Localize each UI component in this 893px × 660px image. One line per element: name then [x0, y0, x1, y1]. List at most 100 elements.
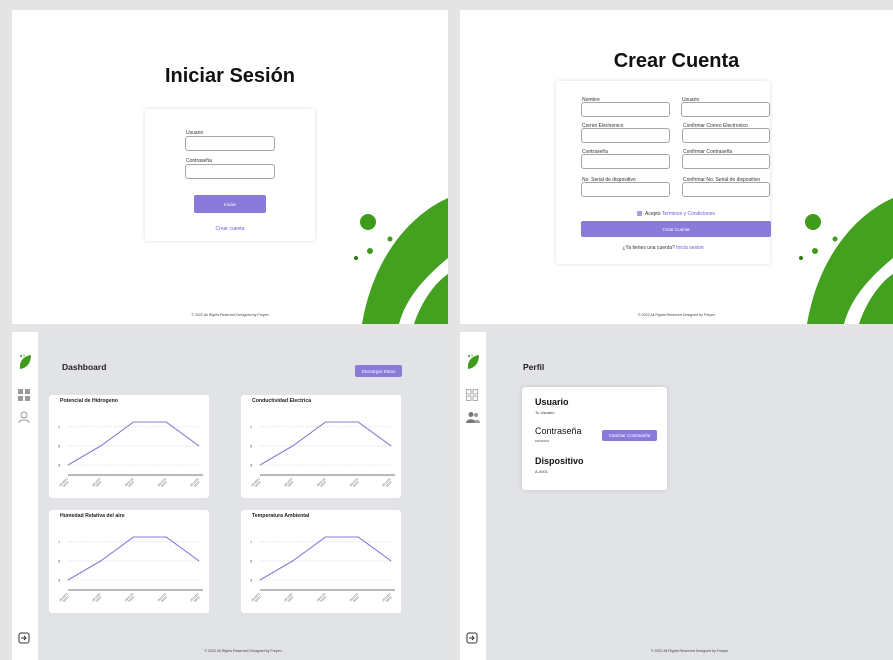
contrasena-input[interactable]	[581, 154, 670, 169]
data-point	[292, 445, 294, 447]
data-point	[100, 445, 102, 447]
data-point	[357, 421, 359, 423]
profile-footer: © 2022 All Rights Reserved Designed by F…	[650, 649, 729, 653]
confirmar-correo-input[interactable]	[682, 128, 770, 143]
data-point	[165, 536, 167, 538]
data-point	[259, 464, 261, 466]
x-tick-label: 05/12/2200/00	[156, 477, 168, 489]
data-point	[325, 536, 326, 538]
profile-title: Perfil	[523, 362, 545, 372]
data-point	[198, 445, 200, 447]
y-tick-label: 5	[250, 558, 253, 563]
y-tick-label: 7	[58, 539, 61, 544]
user-icon[interactable]	[18, 411, 30, 423]
user-heading: Usuario	[535, 397, 569, 407]
data-point	[133, 536, 134, 538]
dashboard-grid-icon[interactable]	[466, 389, 478, 401]
create-account-button[interactable]: Crear Cuenta	[581, 221, 771, 237]
data-point	[390, 560, 392, 562]
x-tick-label: 05/12/2200/00	[156, 592, 168, 604]
logout-icon[interactable]	[18, 632, 30, 644]
login-user-input[interactable]	[185, 136, 275, 151]
y-tick-label: 3	[250, 578, 253, 583]
correo-input[interactable]	[581, 128, 670, 143]
line-chart: 7 5 3 05/09/2200/00 05/10/2200/00 05/11/2200/…	[58, 536, 203, 604]
chart-card: Humedad Relativa del aire 7 5 3 05/09/22 00/…	[49, 510, 209, 613]
signup-screen: Crear Cuenta Nombre Usuario Correo Elect…	[460, 10, 893, 324]
change-password-button[interactable]: Cambiar Contraseña	[602, 430, 657, 441]
leaf-decoration	[354, 198, 448, 324]
confirmar-serial-input[interactable]	[682, 182, 770, 197]
x-tick-label: 05/10/2200/00	[91, 592, 103, 604]
leaf-logo-icon	[467, 354, 479, 369]
profile-card: Usuario Tu Usuario Contraseña ••••••••••…	[522, 387, 667, 490]
terms-link[interactable]: Terminos y Condiciones	[662, 211, 715, 217]
login-screen: Iniciar Sesión Usuario Contraseña Inicia…	[12, 10, 448, 324]
chart-title: Potencial de Hidrogeno	[60, 398, 118, 404]
data-point	[357, 536, 359, 538]
x-tick-label: 05/13/2200/00	[189, 592, 201, 604]
x-tick-label: 05/11/2200/00	[124, 592, 136, 603]
usuario-input[interactable]	[681, 102, 770, 117]
pass-value: ••••••••••	[535, 438, 550, 443]
y-tick-label: 7	[250, 539, 253, 544]
data-point	[133, 421, 134, 423]
leaf-decoration	[799, 198, 893, 324]
login-link[interactable]: Inicia sesion	[676, 245, 704, 251]
x-tick-label: 05/10/2200/00	[283, 477, 295, 489]
x-tick-label: 05/11/2200/00	[316, 477, 328, 488]
dashboard-grid-icon[interactable]	[18, 389, 30, 401]
y-tick-label: 3	[58, 578, 61, 583]
download-data-button[interactable]: Descargar Datos	[355, 365, 402, 377]
x-tick-label: 05/10/2200/00	[91, 477, 103, 489]
y-tick-label: 7	[250, 424, 253, 429]
y-tick-label: 3	[58, 463, 61, 468]
dashboard-title: Dashboard	[62, 362, 107, 372]
data-point	[67, 579, 69, 581]
x-tick-label: 05/13/2200/00	[381, 477, 393, 489]
series-line	[259, 536, 392, 581]
data-point	[198, 560, 200, 562]
data-point	[325, 421, 326, 423]
x-tick-label: 05/13/2200/00	[381, 592, 393, 604]
confirmar-contrasena-input[interactable]	[682, 154, 770, 169]
dashboard-footer: © 2022 All Rights Reserved Designed by F…	[204, 649, 282, 653]
sidebar	[460, 332, 486, 660]
device-heading: Dispositivo	[535, 456, 584, 466]
chart-title: Conductividad Electrica	[252, 398, 312, 404]
nombre-input[interactable]	[581, 102, 670, 117]
user-value: Tu Usuario	[535, 410, 555, 415]
chart-title: Humedad Relativa del aire	[60, 513, 125, 519]
terms-checkbox[interactable]	[637, 211, 642, 216]
serial-input[interactable]	[581, 182, 670, 197]
data-point	[259, 579, 261, 581]
data-point	[292, 560, 294, 562]
have-account-line: ¿Ya tienes una cuenta? Inicia sesion	[556, 245, 770, 251]
terms-text: Acepto Terminos y Condiciones	[645, 211, 715, 217]
login-submit-button[interactable]: Iniciar	[194, 195, 266, 213]
x-tick-label: 05/09/2200/00	[250, 477, 262, 489]
line-chart: 7 5 3 05/09/2200/00 05/10/2200/00 05/11/2200/…	[250, 421, 395, 489]
create-account-link[interactable]: Crear cuenta	[145, 226, 315, 232]
data-point	[165, 421, 167, 423]
logout-icon[interactable]	[466, 632, 478, 644]
login-pass-input[interactable]	[185, 164, 275, 179]
signup-card: Nombre Usuario Correo Electronico Confir…	[556, 81, 771, 264]
line-chart: 7 5 3 05/09/2200/00 05/10/2200/00 05/11/2200/…	[250, 536, 395, 604]
x-tick-label: 05/09/2200/00	[58, 592, 70, 604]
line-chart: 7 5 3 05/09/2200/00 05/10/2200/00 05/11/2200/…	[58, 421, 203, 489]
have-account-text: ¿Ya tienes una cuenta?	[622, 245, 675, 251]
pass-heading: Contraseña	[535, 426, 582, 436]
login-card: Usuario Contraseña Iniciar Crear cuenta	[145, 109, 315, 241]
x-tick-label: 05/12/2200/00	[348, 592, 360, 604]
chart-card: Potencial de Hidrogeno 7 5 3 05/09/22 00/00 0…	[49, 395, 209, 498]
users-icon[interactable]	[466, 411, 480, 423]
y-tick-label: 5	[250, 443, 253, 448]
x-tick-label: 05/11/2200/00	[124, 477, 136, 488]
chart-card: Conductividad Electrica 7 5 3 05/09/22 00/00…	[241, 395, 401, 498]
y-tick-label: 3	[250, 463, 253, 468]
login-title: Iniciar Sesión	[164, 65, 296, 87]
chart-title: Temperatura Ambiental	[252, 513, 310, 519]
dashboard-screen: Dashboard Descargar Datos Potencial de H…	[12, 332, 448, 660]
device-value: A-0001	[535, 469, 548, 474]
